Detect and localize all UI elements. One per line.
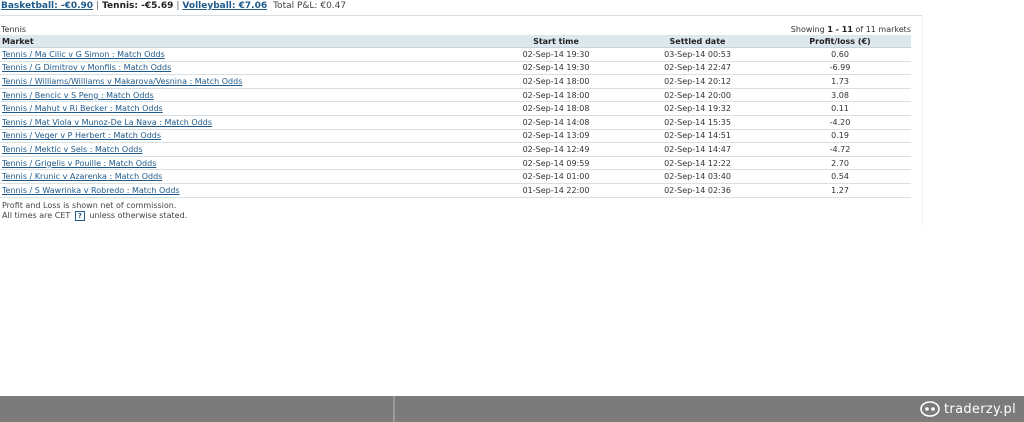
summary-divider <box>0 15 922 16</box>
settled-date-cell: 02-Sep-14 14:51 <box>626 129 769 144</box>
table-row: Tennis / Grigelis v Pouille : Match Odds… <box>0 156 911 171</box>
table-row: Tennis / Mahut v Ri Becker : Match Odds 0… <box>0 101 911 116</box>
column-header-profit-loss: Profit/loss (€) <box>769 35 911 48</box>
settled-date-cell: 02-Sep-14 15:35 <box>626 115 769 130</box>
profit-loss-cell: 2.70 <box>769 156 911 171</box>
start-time-cell: 02-Sep-14 18:00 <box>486 88 626 103</box>
market-cell: Tennis / G Dimitrov v Monfils : Match Od… <box>0 61 486 76</box>
total-pl-value: €0.47 <box>320 1 347 11</box>
market-cell: Tennis / Veger v P Herbert : Match Odds <box>0 129 486 144</box>
market-cell: Tennis / S Wawrinka v Robredo : Match Od… <box>0 183 486 198</box>
pagination-range: 1 - 11 <box>827 25 853 34</box>
profit-loss-cell: 0.19 <box>769 129 911 144</box>
profit-loss-cell: -4.72 <box>769 142 911 157</box>
column-header-start-time: Start time <box>486 35 626 48</box>
start-time-cell: 02-Sep-14 19:30 <box>486 47 626 62</box>
table-row: Tennis / Williams/Williams v Makarova/Ve… <box>0 74 911 89</box>
market-link[interactable]: Tennis / Krunic v Azarenka : Match Odds <box>2 172 162 181</box>
profit-loss-cell: 3.08 <box>769 88 911 103</box>
commission-note: Profit and Loss is shown net of commissi… <box>2 201 177 210</box>
pl-summary-bar: Basketball: -€0.90 | Tennis: -€5.69 | Volley… <box>1 1 346 13</box>
summary-separator: | <box>96 1 100 11</box>
brand-watermark: traderzy.pl <box>920 400 1016 418</box>
settled-date-cell: 02-Sep-14 22:47 <box>626 61 769 76</box>
start-time-cell: 02-Sep-14 19:30 <box>486 61 626 76</box>
settled-date-cell: 02-Sep-14 03:40 <box>626 169 769 184</box>
column-header-market: Market <box>0 35 486 48</box>
help-icon[interactable]: ? <box>74 211 85 221</box>
market-cell: Tennis / Bencic v S Peng : Match Odds <box>0 88 486 103</box>
volleyball-pl-link[interactable]: Volleyball: €7.06 <box>182 1 267 11</box>
table-row: Tennis / Veger v P Herbert : Match Odds 0… <box>0 129 911 144</box>
market-link[interactable]: Tennis / Veger v P Herbert : Match Odds <box>2 131 161 140</box>
timezone-note: All times are CET ? unless otherwise sta… <box>2 211 188 221</box>
market-link[interactable]: Tennis / Mektic v Sels : Match Odds <box>2 145 143 154</box>
profit-loss-cell: 1.73 <box>769 74 911 89</box>
total-pl-label: Total P&L: €0.47 <box>273 1 347 11</box>
table-row: Tennis / Krunic v Azarenka : Match Odds 0… <box>0 169 911 184</box>
start-time-cell: 02-Sep-14 14:08 <box>486 115 626 130</box>
market-cell: Tennis / Mahut v Ri Becker : Match Odds <box>0 101 486 116</box>
table-row: Tennis / Ma Cilic v G Simon : Match Odds… <box>0 47 911 62</box>
table-row: Tennis / G Dimitrov v Monfils : Match Od… <box>0 61 911 76</box>
profit-loss-cell: -4.20 <box>769 115 911 130</box>
section-title: Tennis <box>1 25 26 34</box>
tennis-pl-label: Tennis: -€5.69 <box>102 1 174 11</box>
footer-divider <box>393 396 395 422</box>
market-link[interactable]: Tennis / Williams/Williams v Makarova/Ve… <box>2 77 242 86</box>
settled-date-cell: 02-Sep-14 20:00 <box>626 88 769 103</box>
table-row: Tennis / Bencic v S Peng : Match Odds 02-… <box>0 88 911 103</box>
market-cell: Tennis / Mektic v Sels : Match Odds <box>0 142 486 157</box>
market-cell: Tennis / Krunic v Azarenka : Match Odds <box>0 169 486 184</box>
settled-date-cell: 02-Sep-14 19:32 <box>626 101 769 116</box>
market-link[interactable]: Tennis / G Dimitrov v Monfils : Match Od… <box>2 63 171 72</box>
table-header-row: Market Start time Settled date Profit/lo… <box>0 35 911 48</box>
table-row: Tennis / S Wawrinka v Robredo : Match Od… <box>0 183 911 198</box>
start-time-cell: 02-Sep-14 18:00 <box>486 74 626 89</box>
profit-loss-cell: -6.99 <box>769 61 911 76</box>
profit-loss-cell: 0.11 <box>769 101 911 116</box>
profit-loss-cell: 1.27 <box>769 183 911 198</box>
panel-edge <box>922 15 923 225</box>
table-row: Tennis / Mat Viola v Munoz-De La Nava : … <box>0 115 911 130</box>
watermark-footer: traderzy.pl <box>0 396 1024 422</box>
market-link[interactable]: Tennis / Grigelis v Pouille : Match Odds <box>2 159 156 168</box>
basketball-pl-link[interactable]: Basketball: -€0.90 <box>1 1 93 11</box>
settled-date-cell: 02-Sep-14 20:12 <box>626 74 769 89</box>
start-time-cell: 01-Sep-14 22:00 <box>486 183 626 198</box>
start-time-cell: 02-Sep-14 13:09 <box>486 129 626 144</box>
market-cell: Tennis / Williams/Williams v Makarova/Ve… <box>0 74 486 89</box>
profit-loss-cell: 0.54 <box>769 169 911 184</box>
robot-face-icon <box>920 401 940 417</box>
brand-name: traderzy.pl <box>944 401 1016 417</box>
settled-date-cell: 02-Sep-14 02:36 <box>626 183 769 198</box>
markets-table: Market Start time Settled date Profit/lo… <box>0 35 911 198</box>
settled-date-cell: 02-Sep-14 12:22 <box>626 156 769 171</box>
settled-date-cell: 02-Sep-14 14:47 <box>626 142 769 157</box>
table-row: Tennis / Mektic v Sels : Match Odds 02-Se… <box>0 142 911 157</box>
market-cell: Tennis / Grigelis v Pouille : Match Odds <box>0 156 486 171</box>
start-time-cell: 02-Sep-14 01:00 <box>486 169 626 184</box>
footnotes: Profit and Loss is shown net of commissi… <box>2 201 187 221</box>
market-link[interactable]: Tennis / Ma Cilic v G Simon : Match Odds <box>2 50 165 59</box>
market-link[interactable]: Tennis / S Wawrinka v Robredo : Match Od… <box>2 186 180 195</box>
start-time-cell: 02-Sep-14 18:08 <box>486 101 626 116</box>
column-header-settled-date: Settled date <box>626 35 769 48</box>
market-link[interactable]: Tennis / Mat Viola v Munoz-De La Nava : … <box>2 118 212 127</box>
start-time-cell: 02-Sep-14 12:49 <box>486 142 626 157</box>
start-time-cell: 02-Sep-14 09:59 <box>486 156 626 171</box>
market-cell: Tennis / Mat Viola v Munoz-De La Nava : … <box>0 115 486 130</box>
settled-date-cell: 03-Sep-14 00:53 <box>626 47 769 62</box>
market-link[interactable]: Tennis / Mahut v Ri Becker : Match Odds <box>2 104 163 113</box>
market-cell: Tennis / Ma Cilic v G Simon : Match Odds <box>0 47 486 62</box>
profit-loss-cell: 0.60 <box>769 47 911 62</box>
pagination-summary: Showing 1 - 11 of 11 markets <box>790 25 911 34</box>
market-link[interactable]: Tennis / Bencic v S Peng : Match Odds <box>2 91 154 100</box>
